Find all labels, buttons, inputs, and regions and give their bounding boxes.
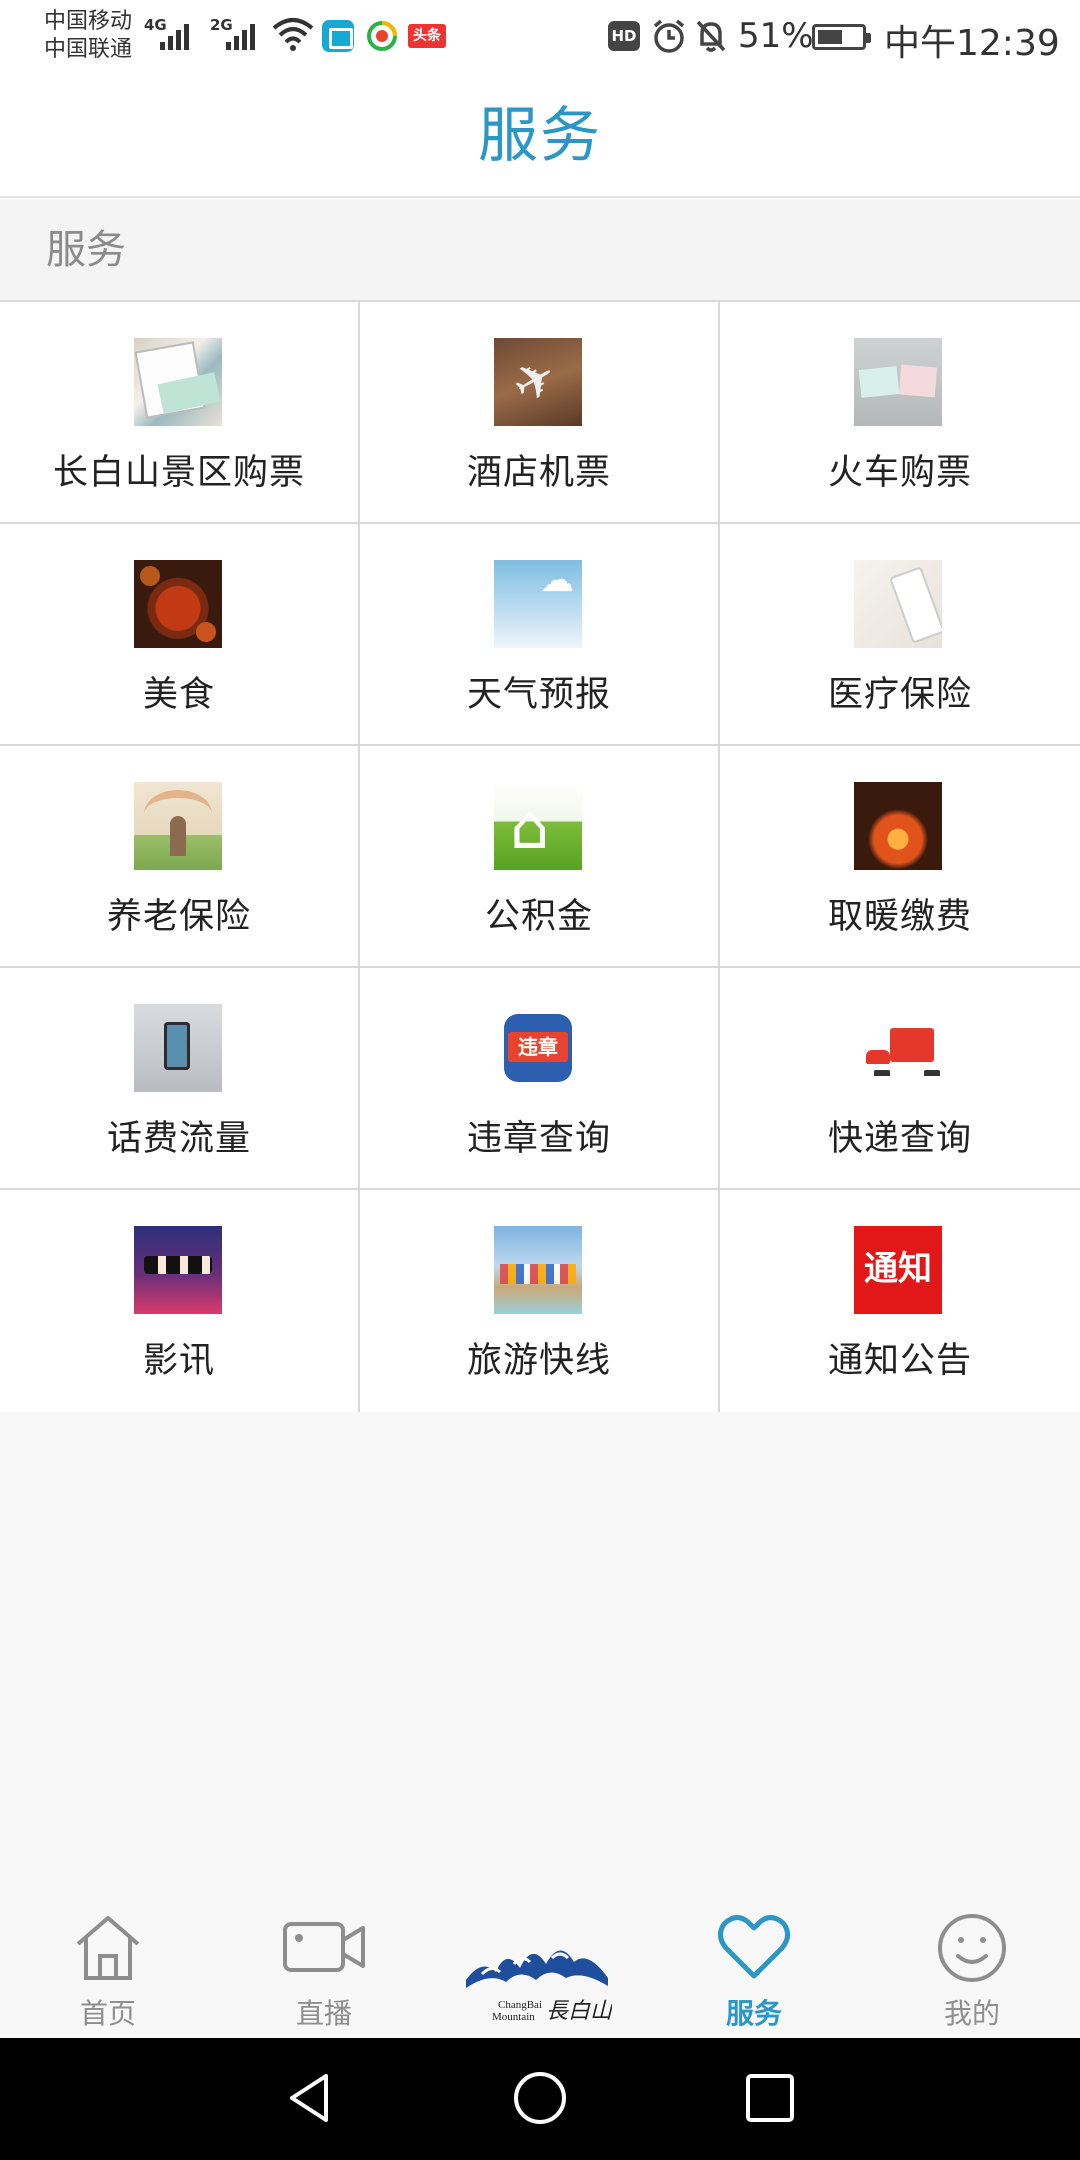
cinema-image [134, 1226, 222, 1314]
news-app-icon: 头条 [408, 24, 446, 48]
home-icon [76, 1916, 140, 1980]
fire-image [854, 782, 942, 870]
ticket-image [134, 338, 222, 426]
pension-image [134, 782, 222, 870]
smiley-icon [938, 1914, 1006, 1982]
system-nav-bar [0, 2038, 1080, 2160]
service-phone-data[interactable]: 话费流量 [0, 968, 360, 1190]
reader-app-icon [322, 20, 354, 52]
wifi-icon [272, 18, 314, 51]
tour-image [494, 1226, 582, 1314]
service-label: 火车购票 [827, 453, 972, 493]
service-medical-insurance[interactable]: 医疗保险 [720, 524, 1080, 746]
service-label: 影讯 [142, 1341, 215, 1381]
service-label: 通知公告 [827, 1341, 972, 1381]
service-train-tickets[interactable]: 火车购票 [720, 302, 1080, 524]
delivery-icon [854, 1004, 942, 1092]
service-heating-payment[interactable]: 取暖缴费 [720, 746, 1080, 968]
service-tour-express[interactable]: 旅游快线 [360, 1190, 720, 1412]
battery-icon [812, 24, 871, 50]
service-pension-insurance[interactable]: 养老保险 [0, 746, 360, 968]
nav-label: 我的 [943, 1997, 1000, 2030]
alarm-icon [653, 19, 685, 53]
service-label: 旅游快线 [466, 1341, 611, 1381]
status-bar: 中国移动 中国联通 4G 2G 头条 HD 51% 中午12:39 [0, 0, 1080, 75]
back-icon[interactable] [282, 2068, 338, 2128]
nav-home[interactable]: 首页 [38, 1910, 178, 2032]
violation-icon: 违章 [494, 1004, 582, 1092]
home-circle-icon[interactable] [510, 2068, 570, 2128]
service-label: 美食 [142, 675, 215, 715]
carrier-2: 中国联通 [44, 37, 133, 62]
violation-icon-text: 违章 [508, 1032, 568, 1062]
house-fund-image [494, 782, 582, 870]
nav-label: 首页 [79, 1997, 136, 2030]
page-title: 服务 [478, 101, 602, 171]
service-label: 公积金 [484, 897, 593, 937]
nav-label: 直播 [295, 1997, 352, 2030]
service-label: 长白山景区购票 [52, 453, 305, 493]
svg-text:Mountain: Mountain [492, 2011, 535, 2023]
service-hotel-flights[interactable]: 酒店机票 [360, 302, 720, 524]
services-grid: 长白山景区购票 酒店机票 火车购票 美食 天气预报 医疗保险 养老保险 公积金 … [0, 300, 1080, 1412]
changbai-mountain-logo[interactable]: ChangBai Mountain 長白山 [462, 1928, 612, 2023]
carrier-1: 中国移动 [44, 9, 133, 34]
service-label: 酒店机票 [466, 453, 611, 493]
mute-bell-icon [696, 20, 726, 52]
app-header: 服务 [0, 75, 1080, 198]
battery-percent: 51% [738, 16, 814, 56]
service-notices[interactable]: 通知 通知公告 [720, 1190, 1080, 1412]
notice-icon-text: 通知 [864, 1249, 932, 1289]
phone-image [134, 1004, 222, 1092]
nav-profile[interactable]: 我的 [902, 1910, 1042, 2032]
weather-image [494, 560, 582, 648]
service-label: 天气预报 [466, 675, 611, 715]
service-label: 话费流量 [106, 1119, 251, 1159]
service-housing-fund[interactable]: 公积金 [360, 746, 720, 968]
recents-icon[interactable] [742, 2068, 798, 2128]
medical-image [854, 560, 942, 648]
video-icon [283, 1922, 365, 1972]
nav-label: 服务 [725, 1997, 782, 2030]
service-express-tracking[interactable]: 快递查询 [720, 968, 1080, 1190]
notice-icon: 通知 [854, 1226, 942, 1314]
airplane-image [494, 338, 582, 426]
service-label: 快递查询 [827, 1119, 972, 1159]
service-food[interactable]: 美食 [0, 524, 360, 746]
clock: 中午12:39 [884, 23, 1060, 64]
food-image [134, 560, 222, 648]
service-weather[interactable]: 天气预报 [360, 524, 720, 746]
svg-text:長白山: 長白山 [546, 1999, 612, 2023]
service-label: 养老保险 [106, 897, 251, 937]
bottom-nav: 首页 直播 ChangBai Mountain 長白山 服务 我的 [0, 1878, 1080, 2038]
maps-app-icon [366, 20, 398, 52]
nav-services[interactable]: 服务 [684, 1910, 824, 2032]
service-scenic-tickets[interactable]: 长白山景区购票 [0, 302, 360, 524]
service-label: 医疗保险 [827, 675, 972, 715]
service-label: 违章查询 [466, 1119, 611, 1159]
service-traffic-violation[interactable]: 违章 违章查询 [360, 968, 720, 1190]
service-movies[interactable]: 影讯 [0, 1190, 360, 1412]
heart-icon [718, 1915, 790, 1979]
svg-text:ChangBai: ChangBai [498, 1999, 542, 2011]
service-label: 取暖缴费 [827, 897, 972, 937]
section-title: 服务 [0, 200, 1080, 300]
train-ticket-image [854, 338, 942, 426]
carrier-names: 中国移动 中国联通 [44, 8, 132, 64]
hd-icon: HD [608, 21, 640, 51]
nav-live[interactable]: 直播 [254, 1910, 394, 2032]
